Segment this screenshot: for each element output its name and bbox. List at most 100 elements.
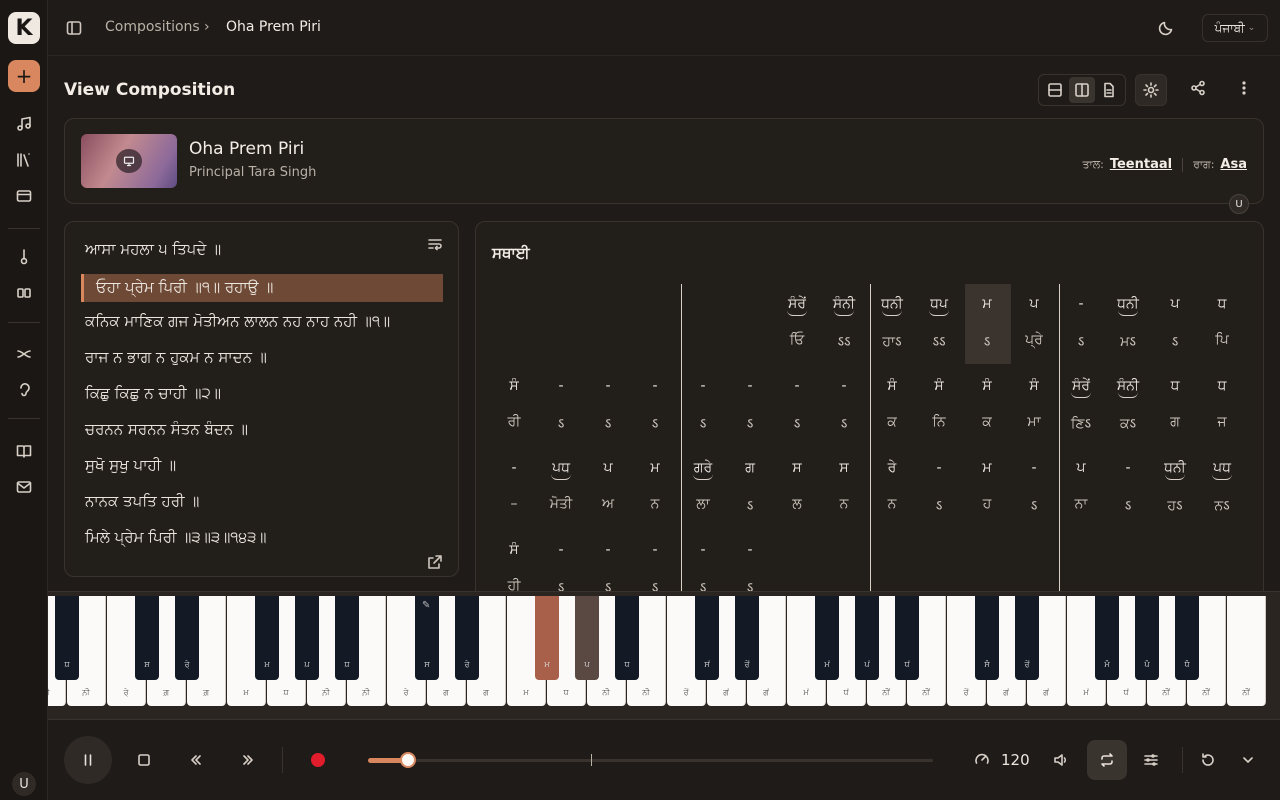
view-split-icon[interactable] bbox=[1068, 77, 1095, 103]
library-icon[interactable] bbox=[12, 148, 36, 172]
note-cell[interactable]: - bbox=[492, 460, 536, 476]
share-icon[interactable] bbox=[1190, 80, 1210, 100]
black-key[interactable]: ਸੰ bbox=[975, 596, 999, 680]
dna-icon[interactable] bbox=[12, 342, 36, 366]
note-cell[interactable]: ਪ bbox=[586, 460, 630, 476]
note-cell[interactable]: ਗਰੇ bbox=[681, 460, 725, 480]
note-cell[interactable]: ਧਨੀ bbox=[1153, 460, 1197, 480]
wrap-text-icon[interactable] bbox=[427, 236, 445, 254]
reset-icon[interactable] bbox=[1198, 750, 1218, 770]
note-cell[interactable]: ਗ bbox=[728, 460, 772, 476]
black-key[interactable]: ਪ਼ bbox=[295, 596, 319, 680]
moon-icon[interactable] bbox=[1158, 20, 1174, 36]
seek-track[interactable] bbox=[368, 759, 933, 762]
black-key[interactable]: ਰੇ bbox=[455, 596, 479, 680]
note-cell[interactable]: ਮ bbox=[633, 460, 677, 476]
note-cell[interactable]: - bbox=[633, 542, 677, 558]
note-cell[interactable]: - bbox=[586, 378, 630, 394]
tabla-icon[interactable] bbox=[12, 281, 36, 305]
black-key[interactable]: ਮ਼ bbox=[255, 596, 279, 680]
note-cell[interactable]: - bbox=[775, 378, 819, 394]
white-key[interactable]: ਨੀਂ bbox=[1227, 596, 1266, 706]
note-cell[interactable]: ਸੰਨੀ bbox=[1106, 378, 1150, 398]
note-cell[interactable]: ਧ bbox=[1200, 378, 1244, 394]
black-key[interactable]: ਰੇਂ bbox=[735, 596, 759, 680]
loop-button[interactable] bbox=[1087, 740, 1127, 780]
tanpura-icon[interactable] bbox=[12, 245, 36, 269]
note-cell[interactable]: ਸੰ bbox=[917, 378, 961, 394]
rewind-icon[interactable] bbox=[186, 750, 206, 770]
note-cell[interactable]: ਸੰ bbox=[1012, 378, 1056, 394]
mail-icon[interactable] bbox=[12, 475, 36, 499]
note-cell[interactable]: ਪਧ bbox=[539, 460, 583, 480]
black-key[interactable]: ਮਂ bbox=[815, 596, 839, 680]
black-key[interactable]: ਪੰ bbox=[1135, 596, 1159, 680]
note-cell[interactable]: - bbox=[1012, 460, 1056, 476]
note-cell[interactable]: ਸ bbox=[775, 460, 819, 476]
note-cell[interactable]: ਸੰਰੇਂ bbox=[1059, 378, 1103, 398]
black-key[interactable]: ਧ਼ bbox=[55, 596, 79, 680]
note-cell[interactable]: ਧ bbox=[1200, 296, 1244, 312]
black-key[interactable]: ਸ਼ bbox=[135, 596, 159, 680]
note-cell[interactable]: - bbox=[539, 378, 583, 394]
note-cell[interactable]: ਸੰਰੇਂ bbox=[775, 296, 819, 316]
ear-icon[interactable] bbox=[12, 378, 36, 402]
note-cell[interactable]: ਮ bbox=[965, 460, 1009, 476]
user-avatar[interactable]: U bbox=[12, 772, 36, 796]
lyric-line[interactable]: ਰਾਜ ਨ ਭਾਗ ਨ ਹੁਕਮ ਨ ਸਾਦਨ ॥ bbox=[85, 348, 267, 366]
collaborator-avatar[interactable]: U bbox=[1229, 194, 1249, 214]
note-cell[interactable]: - bbox=[728, 378, 772, 394]
pause-button[interactable] bbox=[64, 736, 112, 784]
new-composition-button[interactable]: + bbox=[8, 60, 40, 92]
lyric-line[interactable]: ਆਸਾ ਮਹਲਾ ੫ ਤਿਪਦੇ ॥ bbox=[85, 240, 221, 258]
chevron-down-icon[interactable] bbox=[1238, 750, 1258, 770]
note-cell[interactable]: - bbox=[917, 460, 961, 476]
note-cell[interactable]: ਸ bbox=[822, 460, 866, 476]
black-key[interactable]: ਮ bbox=[535, 596, 559, 680]
black-key[interactable]: ਧਂ bbox=[895, 596, 919, 680]
note-cell[interactable]: ਸੰ bbox=[965, 378, 1009, 394]
note-cell[interactable]: - bbox=[681, 542, 725, 558]
record-button[interactable] bbox=[311, 753, 325, 767]
card-icon[interactable] bbox=[12, 184, 36, 208]
note-cell[interactable]: ਧਨੀ bbox=[870, 296, 914, 316]
lyric-line[interactable]: ਨਾਨਕ ਤਪਤਿ ਹਰੀ ॥ bbox=[85, 492, 199, 510]
lyric-line[interactable]: ਕਨਿਕ ਮਾਣਿਕ ਗਜ ਮੋਤੀਅਨ ਲਾਲਨ ਨਹ ਨਾਹ ਨਹੀ ॥੧॥ bbox=[85, 312, 390, 330]
note-cell[interactable]: - bbox=[1059, 296, 1103, 312]
black-key[interactable]: ਪ bbox=[575, 596, 599, 680]
lyric-line[interactable]: ਓਹਾ ਪ੍ਰੇਮ ਪਿਰੀ ॥੧॥ ਰਹਾਉ ॥ bbox=[81, 274, 443, 302]
breadcrumb-compositions[interactable]: Compositions bbox=[105, 19, 200, 35]
note-cell[interactable]: ਸੰ bbox=[492, 542, 536, 558]
note-cell[interactable]: ਪ bbox=[1153, 296, 1197, 312]
stop-icon[interactable] bbox=[134, 750, 154, 770]
tempo-value[interactable]: 120 bbox=[1001, 751, 1030, 769]
external-link-icon[interactable] bbox=[427, 554, 443, 570]
note-cell[interactable]: ਪ bbox=[1012, 296, 1056, 312]
composition-thumbnail[interactable] bbox=[81, 134, 177, 188]
lyric-line[interactable]: ਮਿਲੇ ਪ੍ਰੇਮ ਪਿਰੀ ॥੩॥੩॥੧੪੩॥ bbox=[85, 528, 267, 546]
lyric-line[interactable]: ਚਰਨਨ ਸਰਨਨ ਸੰਤਨ ਬੰਦਨ ॥ bbox=[85, 420, 248, 438]
black-key[interactable]: ਸਂ bbox=[695, 596, 719, 680]
app-logo[interactable]: K bbox=[8, 12, 40, 44]
note-cell[interactable]: - bbox=[728, 542, 772, 558]
black-key[interactable]: ਰੇ਼ bbox=[175, 596, 199, 680]
tala-link[interactable]: Teentaal bbox=[1110, 157, 1172, 172]
black-key[interactable]: ਪਂ bbox=[855, 596, 879, 680]
more-icon[interactable] bbox=[1236, 80, 1256, 100]
volume-icon[interactable] bbox=[1051, 750, 1071, 770]
sidebar-toggle-icon[interactable] bbox=[66, 20, 82, 36]
note-cell[interactable]: ਧਨੀ bbox=[1106, 296, 1150, 316]
mixer-icon[interactable] bbox=[1141, 750, 1161, 770]
book-icon[interactable] bbox=[12, 439, 36, 463]
black-key[interactable]: ਮੰ bbox=[1095, 596, 1119, 680]
black-key[interactable]: ਰੇਂ bbox=[1015, 596, 1039, 680]
view-stacked-icon[interactable] bbox=[1042, 77, 1068, 103]
note-cell[interactable]: - bbox=[681, 378, 725, 394]
note-cell[interactable]: ਮ bbox=[965, 296, 1009, 312]
view-document-icon[interactable] bbox=[1096, 77, 1122, 103]
note-cell[interactable]: - bbox=[633, 378, 677, 394]
language-select[interactable]: ਪੰਜਾਬੀ ⌄ bbox=[1202, 14, 1268, 42]
note-cell[interactable]: ਸੰ bbox=[492, 378, 536, 394]
lyric-line[interactable]: ਕਿਛੁ ਕਿਛੁ ਨ ਚਾਹੀ ॥੨॥ bbox=[85, 384, 221, 402]
raga-link[interactable]: Asa bbox=[1220, 157, 1247, 172]
